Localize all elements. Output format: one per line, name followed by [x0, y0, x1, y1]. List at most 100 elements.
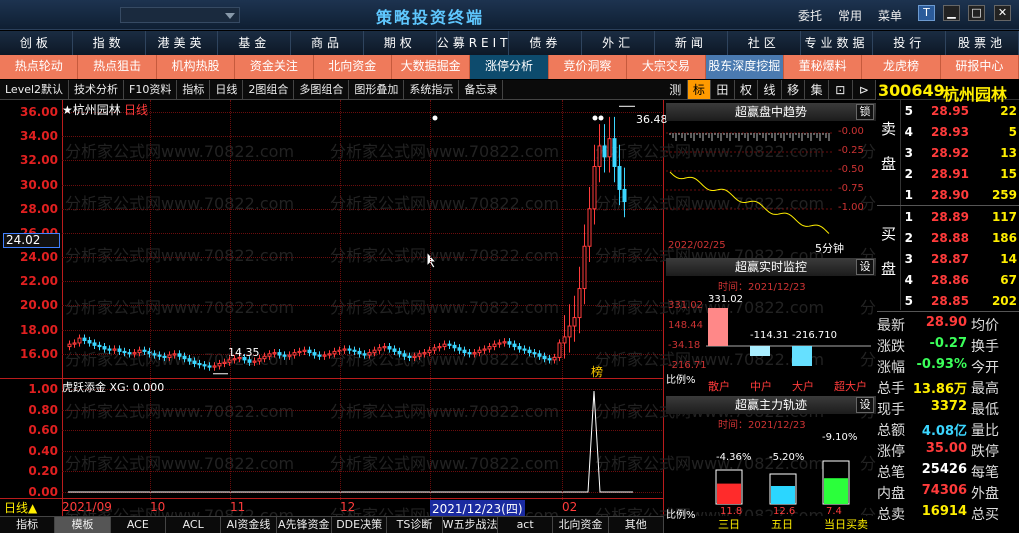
- indicator-tab[interactable]: AI资金线: [221, 517, 277, 533]
- toolbar-right-item[interactable]: ⊡: [829, 80, 853, 99]
- nav-item[interactable]: 投行: [873, 31, 947, 55]
- toolbar-right-item[interactable]: 田: [711, 80, 735, 99]
- toolbar-right-item[interactable]: 集: [805, 80, 829, 99]
- nav-item[interactable]: 商品: [291, 31, 364, 55]
- trend-axis-tick: -0.75: [838, 183, 864, 194]
- toolbar-right-item[interactable]: 权: [735, 80, 759, 99]
- feature-nav-item[interactable]: 大数据掘金: [391, 55, 471, 79]
- feature-nav-item[interactable]: 董秘爆料: [783, 55, 863, 79]
- feature-nav-item[interactable]: 涨停分析: [470, 55, 549, 79]
- indicator-tab[interactable]: 指标: [0, 517, 56, 533]
- trend-interval[interactable]: 5分钟: [815, 240, 844, 256]
- current-price-tag: 24.02: [3, 233, 60, 248]
- toolbar-item[interactable]: 图形叠加: [349, 80, 405, 99]
- event-marker: [592, 115, 598, 121]
- toolbar-item[interactable]: 多图组合: [294, 80, 350, 99]
- stat-label-right: 最高: [971, 381, 999, 397]
- trend-axis-tick: -1.00: [838, 202, 864, 213]
- indicator-tab[interactable]: DDE决策: [332, 517, 388, 533]
- indicator-tab[interactable]: W五步战法: [443, 517, 498, 533]
- period-switch[interactable]: 日线▲: [4, 499, 37, 516]
- maximize-icon[interactable]: □: [968, 5, 985, 21]
- date-label: 10: [150, 500, 166, 514]
- toolbar-item[interactable]: 日线: [210, 80, 244, 99]
- indicator-tab-bar: 指标 模板 ACE ACL AI资金线 A先锋资金 DDE决策 TS诊断 W五步战法 act 北向资…: [0, 516, 664, 533]
- order-book-row: 5 28.95 22: [877, 104, 1019, 124]
- indicator-tab[interactable]: 北向资金: [553, 517, 609, 533]
- trend-lock-button[interactable]: 锁: [856, 104, 874, 120]
- track-period[interactable]: 当日买卖: [824, 516, 868, 532]
- vertical-grid-line: [562, 100, 563, 500]
- feature-nav-item[interactable]: 研报中心: [940, 55, 1019, 79]
- nav-item[interactable]: 社区: [728, 31, 801, 55]
- indicator-tick: 1.00: [28, 382, 58, 396]
- close-icon[interactable]: ✕: [994, 5, 1011, 21]
- candle: [77, 334, 82, 347]
- indicator-tab[interactable]: TS诊断: [387, 517, 443, 533]
- candle: [562, 315, 567, 359]
- indicator-tab[interactable]: 其他: [609, 517, 664, 533]
- toolbar-right-item[interactable]: 线: [758, 80, 782, 99]
- toolbar-item[interactable]: 技术分析: [69, 80, 125, 99]
- track-period[interactable]: 三日: [718, 516, 740, 532]
- nav-item[interactable]: 股票池: [946, 31, 1019, 55]
- toolbar-right-item[interactable]: 标: [687, 80, 712, 99]
- indicator-tab[interactable]: A先锋资金: [277, 517, 332, 533]
- nav-item[interactable]: 新闻: [655, 31, 728, 55]
- feature-nav-item[interactable]: 北向资金: [313, 55, 392, 79]
- candle: [162, 352, 167, 362]
- toolbar-item[interactable]: F10资料: [124, 80, 178, 99]
- nav-item[interactable]: 公募REITs: [437, 31, 510, 55]
- feature-nav-item[interactable]: 竞价洞察: [548, 55, 628, 79]
- toolbar-right-item[interactable]: 移: [782, 80, 806, 99]
- track-period[interactable]: 五日: [771, 516, 793, 532]
- nav-item[interactable]: 债券: [509, 31, 583, 55]
- feature-nav-item[interactable]: 龙虎榜: [862, 55, 941, 79]
- monitor-axis-tick: 331.02: [668, 300, 703, 311]
- title-dropdown[interactable]: [120, 7, 240, 23]
- feature-nav-item[interactable]: 热点狙击: [78, 55, 157, 79]
- nav-item[interactable]: 创板: [0, 31, 73, 55]
- menu-common[interactable]: 常用: [838, 7, 862, 24]
- nav-item[interactable]: 期权: [364, 31, 437, 55]
- nav-item[interactable]: 专业数据: [801, 31, 874, 55]
- feature-nav-item[interactable]: 大宗交易: [627, 55, 706, 79]
- toolbar-icon[interactable]: T: [918, 5, 935, 21]
- toolbar-item[interactable]: 指标: [177, 80, 211, 99]
- toolbar-item[interactable]: Level2默认: [0, 80, 70, 99]
- indicator-tab[interactable]: act: [498, 517, 554, 533]
- feature-nav-item[interactable]: 资金关注: [235, 55, 314, 79]
- nav-item[interactable]: 港美英: [146, 31, 219, 55]
- indicator-tab[interactable]: ACL: [166, 517, 222, 533]
- feature-nav-item[interactable]: 股东深度挖掘: [705, 55, 784, 79]
- stat-value: 35.00: [925, 441, 967, 456]
- nav-item[interactable]: 基金: [218, 31, 292, 55]
- indicator-tab[interactable]: ACE: [111, 517, 166, 533]
- nav-item[interactable]: 指数: [73, 31, 146, 55]
- monitor-settings-button[interactable]: 设: [856, 259, 874, 275]
- nav-item[interactable]: 外汇: [582, 31, 656, 55]
- toolbar-item[interactable]: 2图组合: [243, 80, 295, 99]
- candle: [217, 359, 222, 370]
- date-label: 02: [562, 500, 578, 514]
- candle: [447, 340, 452, 349]
- menu-entrust[interactable]: 委托: [798, 7, 822, 24]
- stat-label-right: 最低: [971, 402, 999, 418]
- toolbar-item[interactable]: 系统指示: [404, 80, 460, 99]
- candle: [192, 357, 197, 368]
- feature-nav-item[interactable]: 机构热股: [156, 55, 236, 79]
- candle: [397, 347, 402, 358]
- toolbar-item[interactable]: 备忘录: [459, 80, 504, 99]
- candle: [402, 350, 407, 360]
- stat-label: 涨幅: [877, 360, 905, 376]
- indicator-tab[interactable]: 模板: [55, 517, 111, 533]
- candle: [302, 346, 307, 356]
- stat-label: 总额: [877, 423, 905, 439]
- minimize-icon[interactable]: ▁: [943, 5, 960, 21]
- candle: [492, 340, 497, 351]
- feature-nav-item[interactable]: 热点轮动: [0, 55, 79, 79]
- track-settings-button[interactable]: 设: [856, 397, 874, 413]
- menu-main[interactable]: 菜单: [878, 7, 902, 24]
- toolbar-right-item[interactable]: 测: [664, 80, 688, 99]
- toolbar-right-item[interactable]: ⊳: [853, 80, 877, 99]
